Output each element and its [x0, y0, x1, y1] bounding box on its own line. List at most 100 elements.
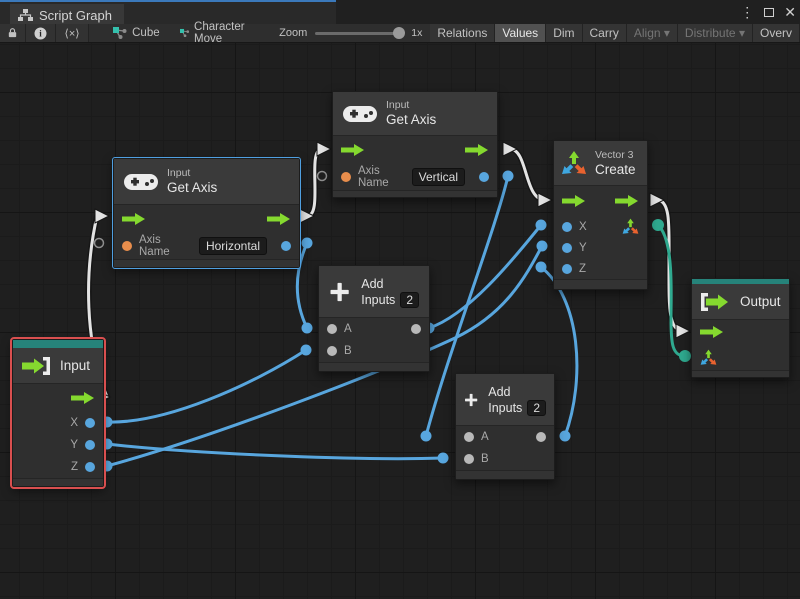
node-category: Vector 3 — [595, 149, 636, 162]
gamepad-icon — [343, 104, 377, 124]
value-out-port[interactable] — [281, 241, 291, 251]
info-icon: i — [34, 27, 47, 40]
zoom-slider[interactable] — [315, 32, 403, 35]
port-label: B — [344, 345, 352, 357]
node-add-2[interactable]: Add Inputs 2 A B — [455, 373, 555, 480]
output-icon — [700, 292, 730, 312]
overview-button[interactable]: Overv — [753, 24, 800, 42]
carry-button[interactable]: Carry — [583, 24, 627, 42]
node-title: Get Axis — [386, 112, 436, 128]
wire-endpoint[interactable] — [421, 431, 432, 442]
graph-canvas[interactable]: Input Get Axis Axis Name Vertical — [0, 43, 800, 599]
wire-endpoint[interactable] — [679, 350, 691, 362]
title-bar: Script Graph ⋮ ✕ — [0, 0, 800, 24]
wire-endpoint[interactable] — [302, 238, 313, 249]
port-label: Axis Name — [139, 234, 192, 258]
input-port-b[interactable] — [464, 454, 474, 464]
axis-name-field[interactable]: Horizontal — [199, 237, 267, 255]
flow-in-port[interactable] — [700, 326, 724, 338]
flow-arrowhead — [317, 142, 331, 156]
node-title: Add — [488, 384, 546, 400]
node-accent-bar — [13, 340, 103, 348]
flow-in-port[interactable] — [341, 144, 365, 156]
wire-endpoint[interactable] — [652, 219, 664, 231]
wire-flow-vertical-to-create — [510, 149, 545, 200]
node-get-axis-horizontal[interactable]: Input Get Axis Axis Name Horizontal — [113, 158, 300, 268]
zoom-slider-handle[interactable] — [393, 27, 405, 39]
flow-out-port[interactable] — [71, 392, 95, 404]
graph-node-icon — [113, 27, 127, 39]
distribute-dropdown[interactable]: Distribute ▾ — [678, 24, 753, 42]
inputs-count-field[interactable]: 2 — [527, 400, 546, 416]
string-port[interactable] — [341, 172, 351, 182]
wire-endpoint[interactable] — [536, 262, 547, 273]
input-port-y[interactable] — [562, 243, 572, 253]
flow-in-port[interactable] — [122, 213, 146, 225]
output-port-x[interactable] — [85, 418, 95, 428]
relations-button[interactable]: Relations — [430, 24, 495, 42]
chevron-down-icon: ▾ — [739, 26, 745, 40]
code-view-button[interactable]: ⟨×⟩ — [56, 24, 89, 42]
flow-out-port[interactable] — [465, 144, 489, 156]
output-port[interactable] — [411, 324, 421, 334]
close-icon[interactable]: ✕ — [784, 4, 796, 21]
align-dropdown[interactable]: Align ▾ — [627, 24, 678, 42]
value-out-port[interactable] — [479, 172, 489, 182]
axis-name-field[interactable]: Vertical — [412, 168, 465, 186]
tab-label: Script Graph — [39, 8, 112, 23]
wire-endpoint[interactable] — [503, 171, 514, 182]
breadcrumb-cube[interactable]: Cube — [103, 24, 170, 42]
unconnected-port[interactable] — [95, 239, 104, 248]
wire-endpoint[interactable] — [301, 345, 312, 356]
tab-script-graph[interactable]: Script Graph — [10, 4, 124, 26]
node-vector3-create[interactable]: Vector 3 Create X Y Z — [553, 140, 648, 290]
node-add-1[interactable]: Add Inputs 2 A B — [318, 265, 430, 372]
unconnected-port[interactable] — [318, 172, 327, 181]
flow-arrowhead — [676, 324, 690, 338]
values-button[interactable]: Values — [495, 24, 546, 42]
wire-endpoint[interactable] — [560, 431, 571, 442]
lock-button[interactable] — [0, 24, 26, 42]
plus-icon — [464, 386, 478, 414]
graph-toolbar: i ⟨×⟩ Cube Character Move Zoom 1x Relati… — [0, 24, 800, 43]
node-title: Get Axis — [167, 180, 217, 196]
node-input[interactable]: Input X Y Z — [12, 339, 104, 487]
input-port-b[interactable] — [327, 346, 337, 356]
input-port-z[interactable] — [562, 264, 572, 274]
zoom-label: Zoom — [279, 27, 307, 39]
chevron-down-icon: ▾ — [664, 26, 670, 40]
breadcrumb-label: Character Move — [194, 21, 249, 45]
wire-endpoint[interactable] — [536, 220, 547, 231]
wire-endpoint[interactable] — [302, 323, 313, 334]
window-menu-icon[interactable]: ⋮ — [740, 4, 754, 21]
output-port-y[interactable] — [85, 440, 95, 450]
flow-in-port[interactable] — [562, 195, 586, 207]
code-icon: ⟨×⟩ — [65, 27, 80, 40]
maximize-icon[interactable] — [764, 8, 774, 17]
port-label: X — [579, 221, 587, 233]
input-port-a[interactable] — [464, 432, 474, 442]
flow-out-port[interactable] — [267, 213, 291, 225]
input-port-x[interactable] — [562, 222, 572, 232]
node-output[interactable]: Output — [691, 278, 790, 378]
flow-out-port[interactable] — [615, 195, 639, 207]
string-port[interactable] — [122, 241, 132, 251]
node-title: Output — [740, 294, 781, 310]
vector3-in-port[interactable] — [700, 349, 717, 366]
node-title: Add — [361, 276, 419, 292]
wire-endpoint[interactable] — [438, 453, 449, 464]
inputs-count-field[interactable]: 2 — [400, 292, 419, 308]
output-port-z[interactable] — [85, 462, 95, 472]
node-get-axis-vertical[interactable]: Input Get Axis Axis Name Vertical — [332, 91, 498, 198]
flow-arrowhead — [538, 193, 552, 207]
dim-button[interactable]: Dim — [546, 24, 582, 42]
info-button[interactable]: i — [26, 24, 56, 42]
input-port-a[interactable] — [327, 324, 337, 334]
vector3-out-port[interactable] — [622, 218, 639, 235]
graph-node-icon — [180, 27, 189, 39]
port-label: B — [481, 453, 489, 465]
wire-endpoint[interactable] — [537, 241, 548, 252]
output-port[interactable] — [536, 432, 546, 442]
port-label: Z — [579, 263, 586, 275]
breadcrumb-character-move[interactable]: Character Move — [170, 24, 260, 42]
